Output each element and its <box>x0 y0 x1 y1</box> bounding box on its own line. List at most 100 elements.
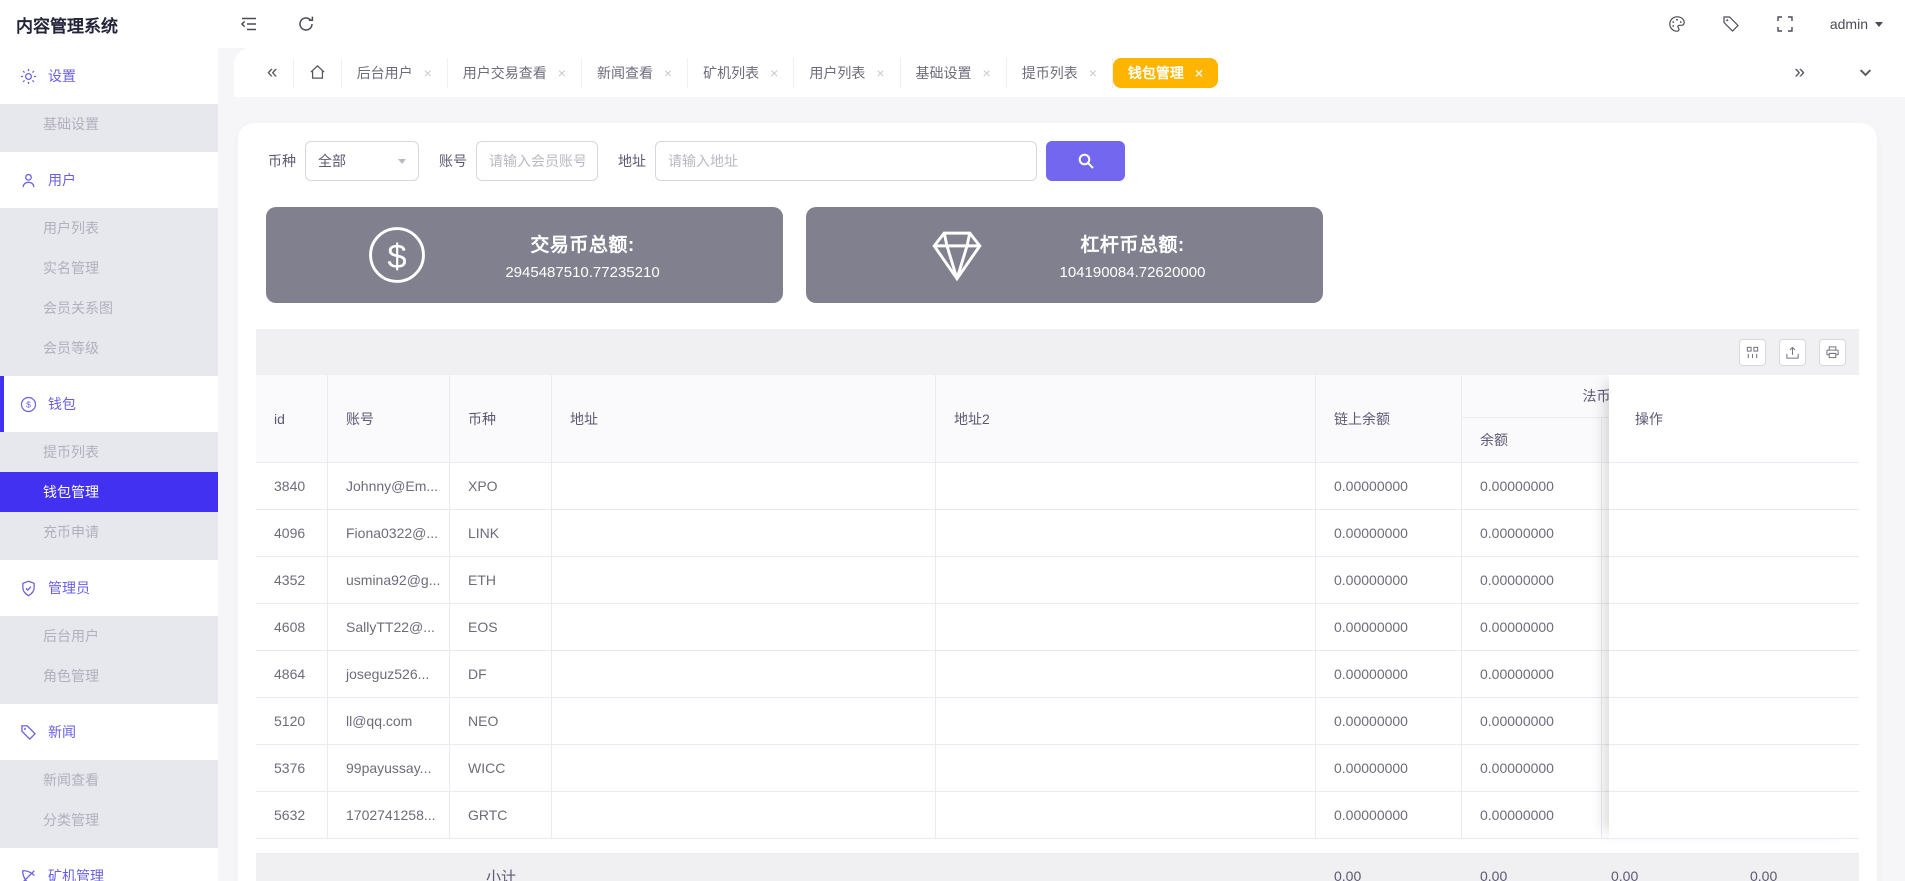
tag-icon[interactable] <box>1722 14 1742 34</box>
sidebar-item[interactable]: 实名管理 <box>0 248 218 288</box>
sidebar-section-3[interactable]: 管理员 <box>0 560 218 616</box>
footer-cell: 0.00 <box>1316 854 1462 881</box>
table-cell: 0.00000000 <box>1316 792 1462 838</box>
fullscreen-icon[interactable] <box>1776 14 1796 34</box>
gear-icon <box>20 68 37 85</box>
miner-icon <box>20 868 37 881</box>
dollar-coin-icon: $ <box>366 224 428 286</box>
sidebar-item[interactable]: 会员关系图 <box>0 288 218 328</box>
tab-label: 钱包管理 <box>1128 63 1184 83</box>
sidebar-section-label: 钱包 <box>48 394 76 414</box>
footer-cell <box>552 854 936 881</box>
sidebar-section-0[interactable]: 设置 <box>0 48 218 104</box>
table-cell: NEO <box>450 698 552 744</box>
sidebar-item[interactable]: 基础设置 <box>0 104 218 144</box>
table-cell: DF <box>450 651 552 697</box>
tab-5[interactable]: 基础设置 × <box>901 58 1007 88</box>
action-column-header: 操作 <box>1609 375 1859 463</box>
table-cell: 0.00000000 <box>1316 463 1462 509</box>
tab-3[interactable]: 矿机列表× <box>688 58 794 88</box>
footer-cell <box>328 854 450 881</box>
table-cell: 5632 <box>256 792 328 838</box>
trade-total-card: $ 交易币总额: 2945487510.77235210 <box>266 207 783 303</box>
col-header: id <box>256 375 328 462</box>
table-cell: 4608 <box>256 604 328 650</box>
table-cell: 5120 <box>256 698 328 744</box>
tabs-scroll-right-icon[interactable]: » <box>1779 59 1820 87</box>
home-icon[interactable] <box>294 59 342 87</box>
main-area: « 后台用户×用户交易查看×新闻查看×矿机列表×用户列表×基础设置×提币列表×钱… <box>218 48 1905 881</box>
col-header: 链上余额 <box>1316 375 1462 462</box>
table-cell: GRTC <box>450 792 552 838</box>
user-menu[interactable]: admin <box>1830 16 1883 32</box>
columns-icon[interactable] <box>1739 339 1766 366</box>
sidebar-section-5[interactable]: 矿机管理 <box>0 848 218 881</box>
refresh-icon[interactable] <box>297 14 317 34</box>
tab-close-icon[interactable]: × <box>1089 65 1097 81</box>
leverage-total-value: 104190084.72620000 <box>988 264 1277 281</box>
export-icon[interactable] <box>1779 339 1806 366</box>
tab-close-icon[interactable]: × <box>876 65 884 81</box>
search-button[interactable] <box>1046 141 1125 181</box>
sidebar-item[interactable]: 分类管理 <box>0 800 218 840</box>
sidebar-submenu: 基础设置 <box>0 104 218 152</box>
sidebar-item[interactable]: 后台用户 <box>0 616 218 656</box>
sidebar-item[interactable]: 钱包管理 <box>0 472 218 512</box>
svg-text:$: $ <box>387 238 406 276</box>
tabs-scroll-left-icon[interactable]: « <box>252 59 294 87</box>
horizontal-scrollbar[interactable] <box>256 839 1859 853</box>
tab-label: 基础设置 <box>916 63 972 83</box>
tab-close-icon[interactable]: × <box>424 65 432 81</box>
sidebar-section-label: 设置 <box>48 66 76 86</box>
action-cell <box>1609 651 1859 698</box>
table-cell <box>552 510 936 556</box>
sidebar-section-1[interactable]: 用户 <box>0 152 218 208</box>
tab-7[interactable]: 钱包管理 × <box>1113 58 1218 88</box>
table-cell: joseguz526... <box>328 651 450 697</box>
tab-1[interactable]: 用户交易查看× <box>448 58 582 88</box>
sidebar-item[interactable]: 会员等级 <box>0 328 218 368</box>
news-tag-icon <box>20 724 37 741</box>
table-cell <box>936 463 1316 509</box>
sidebar-item[interactable]: 用户列表 <box>0 208 218 248</box>
tab-close-icon[interactable]: × <box>770 65 778 81</box>
sidebar-item[interactable]: 充币申请 <box>0 512 218 552</box>
col-header: 地址 <box>552 375 936 462</box>
currency-select[interactable]: 全部 <box>305 141 419 181</box>
palette-icon[interactable] <box>1668 14 1688 34</box>
table-cell: SallyTT22@... <box>328 604 450 650</box>
sidebar-section-4[interactable]: 新闻 <box>0 704 218 760</box>
sidebar-item[interactable]: 提币列表 <box>0 432 218 472</box>
chevron-down-icon <box>1875 22 1883 31</box>
user-name: admin <box>1830 16 1868 32</box>
currency-label: 币种 <box>268 151 296 171</box>
table-cell <box>936 604 1316 650</box>
tab-2[interactable]: 新闻查看× <box>582 58 688 88</box>
svg-text:$: $ <box>26 399 31 409</box>
action-column: 操作 <box>1609 375 1859 839</box>
search-icon <box>1077 152 1095 170</box>
tab-close-icon[interactable]: × <box>1195 65 1203 81</box>
tab-0[interactable]: 后台用户× <box>342 58 448 88</box>
sidebar-item[interactable]: 角色管理 <box>0 656 218 696</box>
sidebar-section-2[interactable]: $ 钱包 <box>0 376 218 432</box>
tab-4[interactable]: 用户列表× <box>794 58 900 88</box>
sidebar-section-label: 用户 <box>48 170 76 190</box>
sidebar-item[interactable]: 新闻查看 <box>0 760 218 800</box>
shield-icon <box>20 580 37 597</box>
footer-cell <box>256 854 328 881</box>
address-input[interactable] <box>655 141 1037 181</box>
table-section: id账号币种地址地址2链上余额法币余额冻结3840Johnny@Em...XPO… <box>256 329 1859 881</box>
tabs-menu-icon[interactable] <box>1842 59 1889 87</box>
tab-close-icon[interactable]: × <box>558 65 566 81</box>
footer-cell: 0.00 <box>1602 854 1732 881</box>
table-cell: Johnny@Em... <box>328 463 450 509</box>
tab-6[interactable]: 提币列表× <box>1007 58 1113 88</box>
action-cell <box>1609 510 1859 557</box>
tab-close-icon[interactable]: × <box>664 65 672 81</box>
account-input[interactable] <box>476 141 598 181</box>
tab-close-icon[interactable]: × <box>983 65 991 81</box>
collapse-menu-icon[interactable] <box>240 14 260 34</box>
table-cell: EOS <box>450 604 552 650</box>
print-icon[interactable] <box>1819 339 1846 366</box>
